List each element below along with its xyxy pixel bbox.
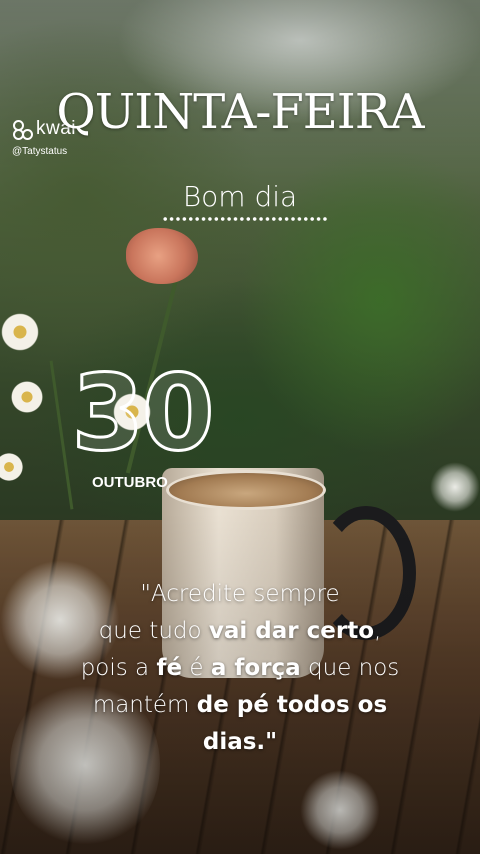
day-number: 30 [70, 351, 216, 476]
greeting-text: Bom dia [182, 180, 298, 213]
quote-segment: mantém [92, 692, 197, 718]
quote-segment: que tudo [98, 618, 209, 644]
quote-segment: que nos [300, 655, 400, 681]
weekday-title: QUINTA-FEIRA [56, 84, 424, 140]
quote-highlight: a força [210, 655, 301, 681]
quote-text: "Acredite sempre que tudo vai dar certo,… [20, 576, 460, 761]
dotted-underline [162, 217, 328, 221]
quote-highlight: de pé todos os [196, 692, 388, 718]
month-label: OUTUBRO [92, 474, 168, 491]
quote-highlight: fé [156, 655, 183, 681]
quote-segment: "Acredite sempre [140, 581, 340, 607]
quote-segment: é [182, 655, 211, 681]
quote-segment: , [374, 618, 382, 644]
quote-highlight: vai dar certo [208, 618, 375, 644]
text-overlay: kwai @Tatystatus QUINTA-FEIRA Bom dia 30… [0, 0, 480, 854]
quote-highlight: dias." [202, 729, 278, 755]
creator-handle: @Tatystatus [12, 146, 68, 157]
quote-segment: pois a [80, 655, 157, 681]
